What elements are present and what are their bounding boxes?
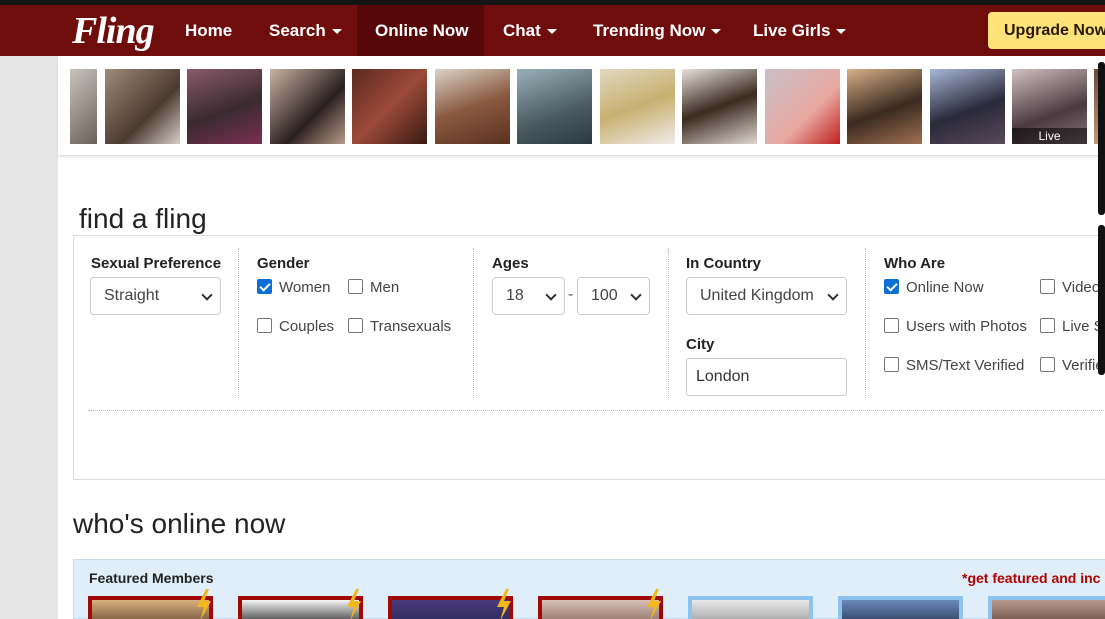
gender-couples-checkbox[interactable] <box>257 318 272 333</box>
member-thumbnail[interactable] <box>270 69 345 144</box>
member-thumbnail[interactable] <box>682 69 757 144</box>
who-video-label[interactable]: Video <box>1062 279 1100 296</box>
whos-online-now-title: who's online now <box>73 508 286 539</box>
featured-members-label: Featured Members <box>89 570 214 586</box>
column-divider <box>238 248 239 398</box>
gender-men-label[interactable]: Men <box>370 279 399 296</box>
nav-home[interactable]: Home <box>167 5 250 56</box>
member-thumbnail[interactable] <box>600 69 675 144</box>
nav-live-girls[interactable]: Live Girls <box>735 5 864 56</box>
column-divider <box>668 248 669 398</box>
city-input[interactable]: London <box>686 358 847 396</box>
who-video-checkbox[interactable] <box>1040 279 1055 294</box>
nav-trending-now-label: Trending Now <box>593 21 706 40</box>
get-featured-link[interactable]: *get featured and inc <box>962 570 1100 586</box>
featured-member-card[interactable] <box>988 596 1105 619</box>
country-label: In Country <box>686 255 761 272</box>
member-thumbnail[interactable] <box>187 69 262 144</box>
who-verified-checkbox[interactable] <box>1040 357 1055 372</box>
gender-men-checkbox[interactable] <box>348 279 363 294</box>
column-divider <box>473 248 474 398</box>
age-max-value: 100 <box>591 287 618 304</box>
featured-members-panel: Featured Members *get featured and inc <box>73 559 1105 619</box>
gender-label: Gender <box>257 255 310 272</box>
who-are-label: Who Are <box>884 255 946 272</box>
sexual-preference-value: Straight <box>104 287 160 304</box>
caret-down-icon <box>711 29 722 35</box>
row-divider <box>88 410 1105 411</box>
city-label: City <box>686 336 715 353</box>
gender-women-checkbox[interactable] <box>257 279 272 294</box>
nav-chat-label: Chat <box>503 21 541 40</box>
main-navbar: Fling Home Search Online Now Chat Trendi… <box>0 5 1105 56</box>
age-max-select[interactable]: 100 <box>577 277 650 315</box>
who-sms-verified-label[interactable]: SMS/Text Verified <box>906 357 1024 374</box>
upgrade-now-button[interactable]: Upgrade Now <box>988 12 1105 49</box>
who-users-with-photos-checkbox[interactable] <box>884 318 899 333</box>
gender-couples-label[interactable]: Couples <box>279 318 334 335</box>
city-value: London <box>696 368 750 385</box>
caret-down-icon <box>546 29 557 35</box>
nav-chat[interactable]: Chat <box>485 5 575 56</box>
side-scroll-handle[interactable] <box>1098 62 1105 215</box>
who-online-now-checkbox[interactable] <box>884 279 899 294</box>
nav-home-label: Home <box>185 21 233 40</box>
chevron-down-icon <box>630 289 642 301</box>
member-thumbnail[interactable] <box>435 69 510 144</box>
chevron-down-icon <box>827 289 839 301</box>
who-live-checkbox[interactable] <box>1040 318 1055 333</box>
find-a-fling-title: find a fling <box>79 203 207 234</box>
sexual-preference-label: Sexual Preference <box>91 255 222 272</box>
sexual-preference-select[interactable]: Straight <box>90 277 221 315</box>
chevron-down-icon <box>545 289 557 301</box>
member-thumbnail[interactable] <box>352 69 427 144</box>
lightning-bolt-icon <box>347 589 361 619</box>
lightning-bolt-icon <box>647 589 661 619</box>
column-divider <box>865 248 866 398</box>
who-sms-verified-checkbox[interactable] <box>884 357 899 372</box>
age-min-select[interactable]: 18 <box>492 277 565 315</box>
nav-search-label: Search <box>269 21 326 40</box>
ages-label: Ages <box>492 255 529 272</box>
member-thumbnail[interactable] <box>847 69 922 144</box>
member-thumbnail[interactable] <box>70 69 97 144</box>
nav-live-girls-label: Live Girls <box>753 21 831 40</box>
nav-search[interactable]: Search <box>251 5 360 56</box>
lightning-bolt-icon <box>497 589 511 619</box>
country-select[interactable]: United Kingdom <box>686 277 847 315</box>
gender-transexuals-checkbox[interactable] <box>348 318 363 333</box>
member-photo-strip: Live <box>58 56 1105 156</box>
member-thumbnail[interactable] <box>517 69 592 144</box>
featured-member-card[interactable] <box>688 596 813 619</box>
gender-transexuals-label[interactable]: Transexuals <box>370 318 451 335</box>
nav-online-now[interactable]: Online Now <box>357 5 484 56</box>
lightning-bolt-icon <box>197 589 211 619</box>
member-thumbnail-live[interactable]: Live <box>1012 69 1087 144</box>
fling-logo[interactable]: Fling <box>72 9 155 53</box>
gender-women-label[interactable]: Women <box>279 279 330 296</box>
member-thumbnail[interactable] <box>930 69 1005 144</box>
country-value: United Kingdom <box>700 287 814 304</box>
nav-online-now-label: Online Now <box>375 21 469 40</box>
search-filter-panel: Sexual Preference Straight Gender Women … <box>73 235 1105 480</box>
main-content: Live find a fling Sexual Preference Stra… <box>58 56 1105 619</box>
chevron-down-icon <box>201 289 213 301</box>
nav-trending-now[interactable]: Trending Now <box>575 5 739 56</box>
age-range-separator: - <box>568 286 574 303</box>
featured-member-card[interactable] <box>838 596 963 619</box>
member-thumbnail[interactable] <box>765 69 840 144</box>
age-min-value: 18 <box>506 287 524 304</box>
caret-down-icon <box>331 29 342 35</box>
who-online-now-label[interactable]: Online Now <box>906 279 984 296</box>
member-thumbnail[interactable] <box>105 69 180 144</box>
side-scroll-handle[interactable] <box>1098 225 1105 375</box>
who-users-with-photos-label[interactable]: Users with Photos <box>906 318 1027 335</box>
live-label: Live <box>1012 128 1087 144</box>
caret-down-icon <box>836 29 847 35</box>
